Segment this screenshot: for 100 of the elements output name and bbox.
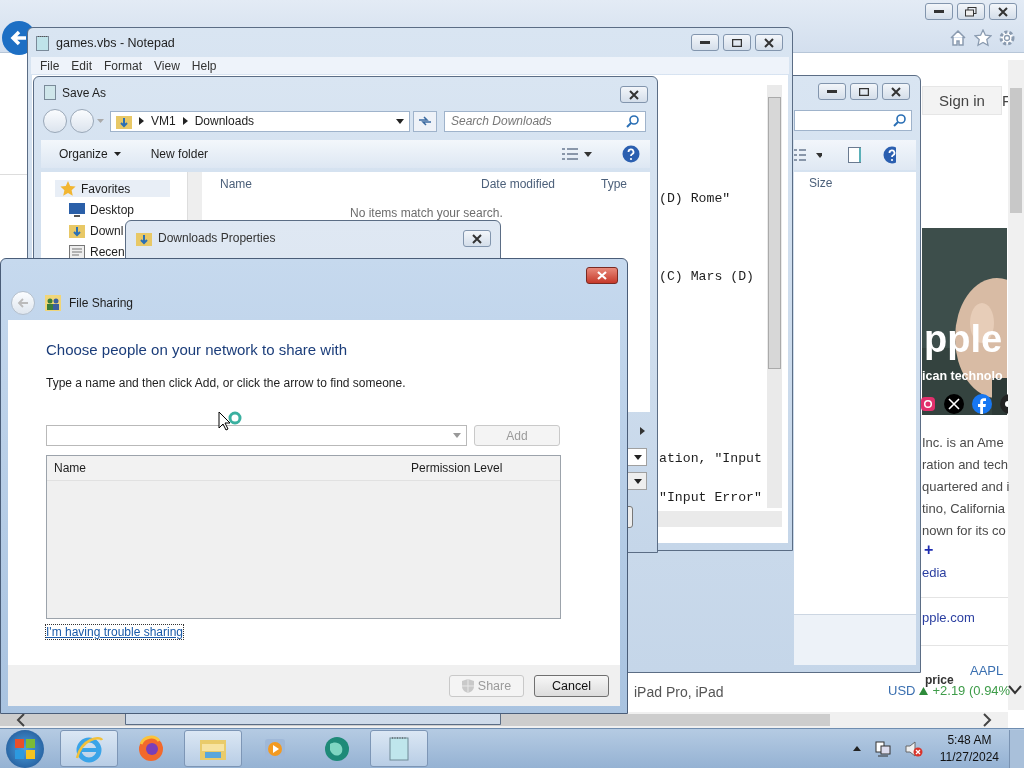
stock-symbol-link[interactable]: AAPL bbox=[970, 663, 1004, 678]
product-text: iPad Pro, iPad bbox=[634, 684, 724, 700]
summary-text: quartered and i bbox=[922, 478, 1010, 496]
close-button[interactable] bbox=[463, 230, 491, 247]
breadcrumb-item[interactable]: Downloads bbox=[194, 114, 255, 128]
organize-menu[interactable]: Organize bbox=[59, 147, 108, 161]
code-line: (D) Rome" bbox=[659, 191, 731, 206]
maximize-button[interactable] bbox=[723, 34, 751, 51]
menu-item[interactable]: Help bbox=[191, 58, 217, 73]
close-button[interactable] bbox=[586, 267, 618, 284]
shield-icon bbox=[461, 678, 474, 693]
home-icon[interactable] bbox=[949, 29, 967, 47]
nav-item[interactable]: Desktop bbox=[69, 201, 135, 218]
code-line: (C) Mars (D) bbox=[659, 269, 754, 284]
help-icon[interactable] bbox=[622, 145, 640, 163]
column-header[interactable]: Size bbox=[809, 176, 833, 190]
menu-item[interactable]: File bbox=[40, 58, 60, 73]
column-header[interactable]: Name bbox=[220, 177, 481, 191]
back-arrow-icon bbox=[17, 298, 29, 308]
search-field[interactable]: Search Downloads bbox=[444, 110, 646, 132]
network-icon[interactable] bbox=[874, 740, 891, 757]
instagram-icon[interactable] bbox=[920, 396, 936, 412]
search-field[interactable] bbox=[794, 110, 912, 131]
column-header[interactable]: Date modified bbox=[481, 177, 601, 191]
recent-places-icon bbox=[69, 244, 85, 259]
close-button[interactable] bbox=[882, 83, 910, 100]
close-button[interactable] bbox=[989, 3, 1017, 20]
maximize-icon bbox=[859, 87, 869, 96]
people-icon bbox=[45, 295, 61, 311]
preview-pane-icon[interactable] bbox=[847, 147, 861, 163]
code-line: ation, "Input bbox=[659, 451, 762, 466]
nav-item[interactable]: Recen bbox=[69, 243, 125, 260]
caret-icon[interactable] bbox=[396, 118, 404, 124]
caret-icon[interactable] bbox=[113, 152, 121, 156]
nav-item[interactable]: Favorites bbox=[55, 180, 171, 197]
menu-item[interactable]: Format bbox=[104, 58, 143, 73]
window-title: File Sharing bbox=[69, 296, 134, 310]
caret-icon bbox=[453, 433, 461, 438]
close-icon bbox=[597, 271, 607, 280]
minimize-button[interactable] bbox=[925, 3, 953, 20]
start-button[interactable] bbox=[6, 729, 44, 768]
folder-icon bbox=[69, 223, 85, 238]
close-button[interactable] bbox=[620, 86, 648, 103]
minimize-button[interactable] bbox=[818, 83, 846, 100]
expand-link[interactable]: + bbox=[924, 541, 934, 559]
close-icon bbox=[472, 233, 482, 244]
caret-icon bbox=[634, 454, 642, 460]
close-icon bbox=[998, 6, 1008, 17]
settings-icon[interactable] bbox=[998, 29, 1016, 47]
social-icon[interactable] bbox=[1000, 394, 1008, 414]
website-link[interactable]: pple.com bbox=[922, 610, 975, 625]
help-link[interactable]: I'm having trouble sharing bbox=[46, 625, 184, 639]
column-header[interactable]: Permission Level bbox=[411, 461, 503, 475]
column-header[interactable]: Type bbox=[601, 177, 627, 191]
stock-label: price bbox=[925, 674, 954, 686]
minimize-button[interactable] bbox=[691, 34, 719, 51]
view-options-icon[interactable] bbox=[794, 149, 806, 161]
nav-item[interactable]: Downl bbox=[69, 222, 124, 239]
star-icon[interactable] bbox=[974, 29, 992, 47]
help-icon[interactable] bbox=[882, 146, 896, 164]
scroll-right-icon[interactable] bbox=[982, 713, 992, 727]
x-logo-icon[interactable] bbox=[944, 394, 964, 414]
column-header[interactable]: Name bbox=[54, 461, 411, 475]
address-bar[interactable]: VM1 Downloads bbox=[110, 110, 410, 132]
maximize-icon bbox=[732, 38, 742, 47]
maximize-button[interactable] bbox=[850, 83, 878, 100]
refresh-button[interactable] bbox=[413, 110, 437, 132]
window-title: Save As bbox=[62, 85, 107, 100]
scroll-left-icon[interactable] bbox=[16, 713, 26, 727]
close-button[interactable] bbox=[755, 34, 783, 51]
show-hidden-icons-icon[interactable] bbox=[852, 746, 861, 751]
scrollbar[interactable] bbox=[767, 85, 782, 508]
folder-icon bbox=[116, 113, 132, 129]
search-icon bbox=[893, 114, 906, 127]
chevron-down-icon[interactable] bbox=[1008, 685, 1022, 695]
instruction-text: Type a name and then click Add, or click the arrow to find someone. bbox=[46, 376, 406, 390]
view-options-icon[interactable] bbox=[562, 148, 578, 160]
new-folder-button[interactable]: New folder bbox=[150, 147, 209, 161]
summary-text: tino, California bbox=[922, 500, 1007, 518]
breadcrumb-arrow-icon bbox=[139, 117, 144, 125]
clock-date[interactable]: 11/27/2024 bbox=[939, 748, 999, 766]
cancel-button[interactable]: Cancel bbox=[534, 674, 609, 697]
scroll-right-icon[interactable] bbox=[640, 427, 645, 435]
menu-item[interactable]: Edit bbox=[71, 58, 93, 73]
minimize-icon bbox=[934, 9, 944, 14]
caret-icon[interactable] bbox=[815, 152, 822, 158]
up-triangle-icon bbox=[919, 686, 929, 695]
summary-text: ration and tech bbox=[922, 456, 1009, 474]
caret-icon[interactable] bbox=[584, 151, 592, 157]
speaker-muted-icon[interactable] bbox=[904, 740, 923, 757]
facebook-icon[interactable] bbox=[972, 394, 992, 414]
restore-button[interactable] bbox=[957, 3, 985, 20]
clock-time[interactable]: 5:48 AM bbox=[947, 731, 992, 749]
source-link[interactable]: edia bbox=[922, 565, 947, 580]
breadcrumb-item[interactable]: VM1 bbox=[151, 114, 176, 128]
menu-item[interactable]: View bbox=[154, 58, 180, 73]
scrollbar[interactable] bbox=[1008, 60, 1024, 710]
dialog-heading: Choose people on your network to share with bbox=[46, 341, 347, 358]
sign-in-button[interactable]: Sign in bbox=[922, 86, 1002, 115]
search-icon bbox=[626, 114, 639, 128]
